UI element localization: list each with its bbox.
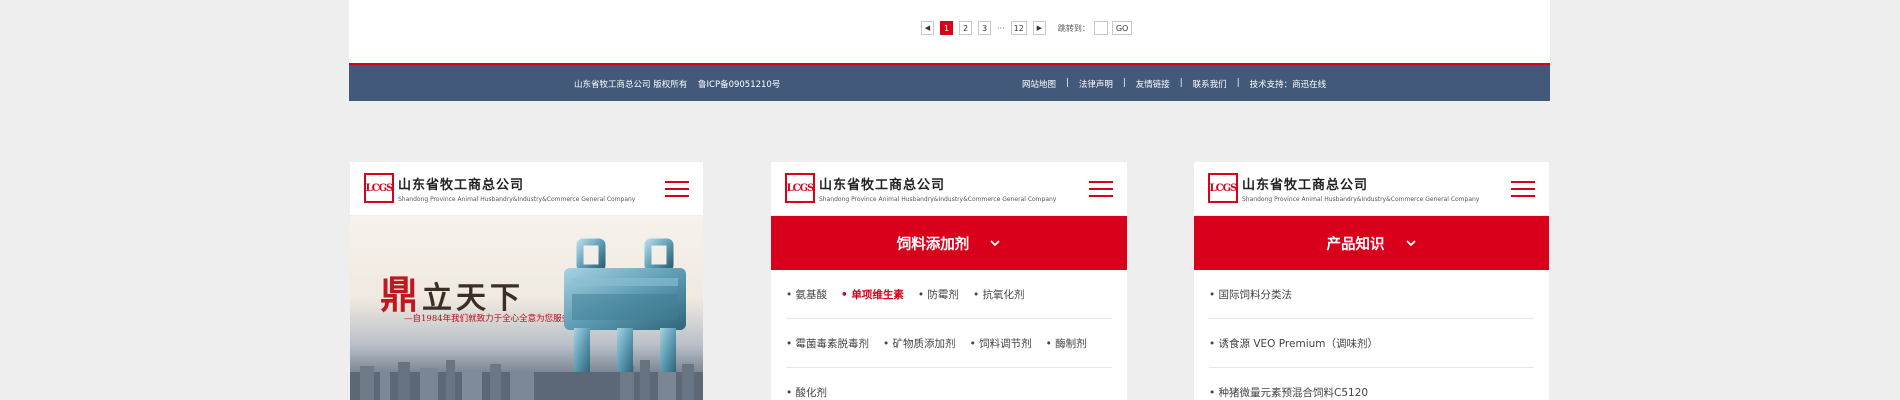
article-list: • 国际饲料分类法 • 诱食源 VEO Premium（调味剂） • 种猪微量元… bbox=[1194, 270, 1549, 400]
subcategory-item[interactable]: • 霉菌毒素脱毒剂 bbox=[786, 336, 869, 351]
knowledge-dropdown[interactable]: 产品知识 bbox=[1194, 216, 1549, 270]
site-footer: 山东省牧工商总公司 版权所有 鲁ICP备09051210号 网站地图 | 法律声… bbox=[349, 65, 1550, 101]
menu-icon[interactable] bbox=[1089, 181, 1113, 197]
footer-links: 网站地图 | 法律声明 | 友情链接 | 联系我们 | 技术支持：商迅在线 bbox=[1022, 78, 1326, 90]
footer-copyright: 山东省牧工商总公司 版权所有 bbox=[574, 80, 688, 90]
subcategory-item[interactable]: • 矿物质添加剂 bbox=[883, 336, 956, 351]
subcategory-item-active[interactable]: • 单项维生素 bbox=[841, 287, 904, 302]
menu-icon[interactable] bbox=[1511, 181, 1535, 197]
go-button[interactable]: GO bbox=[1111, 21, 1133, 35]
page-button-2[interactable]: 2 bbox=[959, 21, 972, 35]
article-item[interactable]: • 诱食源 VEO Premium（调味剂） bbox=[1209, 319, 1534, 368]
site-logo[interactable]: LCGS 山东省牧工商总公司 Shandong Province Animal … bbox=[1208, 173, 1479, 203]
footer-separator: | bbox=[1066, 78, 1069, 88]
subcategory-item[interactable]: • 氨基酸 bbox=[786, 287, 827, 302]
logo-icon: LCGS bbox=[364, 173, 394, 203]
prev-page-button[interactable]: ◀ bbox=[921, 21, 934, 35]
jump-page-input[interactable] bbox=[1093, 21, 1108, 35]
mobile-products-preview: LCGS 山东省牧工商总公司 Shandong Province Animal … bbox=[771, 162, 1127, 400]
logo-name-en: Shandong Province Animal Husbandry&Indus… bbox=[1242, 195, 1480, 203]
pagination: ◀ 1 2 3 ··· 12 ▶ 跳转到： GO bbox=[921, 21, 1133, 35]
footer-icp[interactable]: 鲁ICP备09051210号 bbox=[698, 78, 780, 90]
next-page-button[interactable]: ▶ bbox=[1032, 21, 1046, 35]
prev-arrow-icon: ◀ bbox=[924, 24, 931, 32]
mobile-knowledge-preview: LCGS 山东省牧工商总公司 Shandong Province Animal … bbox=[1194, 162, 1549, 400]
logo-name-cn: 山东省牧工商总公司 bbox=[398, 177, 525, 193]
banner-subslogan: —自1984年我们就致力于全心全意为您服务 bbox=[404, 314, 571, 324]
footer-separator: | bbox=[1122, 78, 1126, 88]
subcategory-item[interactable]: • 酶制剂 bbox=[1046, 336, 1087, 351]
logo-name-en: Shandong Province Animal Husbandry&Indus… bbox=[398, 195, 636, 203]
banner-slogan-rest: 立天下 bbox=[422, 281, 525, 316]
page-button-1[interactable]: 1 bbox=[940, 21, 953, 35]
site-logo[interactable]: LCGS 山东省牧工商总公司 Shandong Province Animal … bbox=[364, 173, 635, 203]
jump-to-label: 跳转到： bbox=[1057, 23, 1090, 33]
subcategory-item[interactable]: • 抗氧化剂 bbox=[973, 287, 1025, 302]
menu-icon[interactable] bbox=[665, 181, 689, 197]
footer-link-contact[interactable]: 联系我们 bbox=[1193, 78, 1227, 90]
pagination-ellipsis: ··· bbox=[997, 23, 1005, 33]
footer-link-tech-support[interactable]: 技术支持：商迅在线 bbox=[1250, 78, 1327, 90]
footer-link-friends[interactable]: 友情链接 bbox=[1136, 78, 1170, 90]
knowledge-title: 产品知识 bbox=[1326, 236, 1385, 253]
hero-banner[interactable]: 鼎立天下 —自1984年我们就致力于全心全意为您服务 bbox=[350, 216, 703, 400]
subcategory-item[interactable]: • 酸化剂 bbox=[786, 385, 827, 400]
mobile-header: LCGS 山东省牧工商总公司 Shandong Province Animal … bbox=[350, 162, 703, 216]
footer-link-legal[interactable]: 法律声明 bbox=[1079, 78, 1113, 90]
bronze-ding-image bbox=[564, 238, 686, 372]
mobile-header: LCGS 山东省牧工商总公司 Shandong Province Animal … bbox=[1194, 162, 1549, 216]
subcategory-row: • 氨基酸 • 单项维生素 • 防霉剂 • 抗氧化剂 bbox=[786, 270, 1112, 319]
subcategory-row: • 霉菌毒素脱毒剂 • 矿物质添加剂 • 饲料调节剂 • 酶制剂 bbox=[786, 319, 1112, 368]
logo-name-cn: 山东省牧工商总公司 bbox=[1242, 177, 1369, 193]
page-button-last[interactable]: 12 bbox=[1010, 21, 1027, 35]
footer-separator: | bbox=[1236, 78, 1240, 88]
site-logo[interactable]: LCGS 山东省牧工商总公司 Shandong Province Animal … bbox=[785, 173, 1056, 203]
banner-slogan-first: 鼎 bbox=[380, 272, 423, 317]
logo-icon: LCGS bbox=[785, 173, 815, 203]
article-item[interactable]: • 国际饲料分类法 bbox=[1209, 270, 1534, 319]
logo-icon: LCGS bbox=[1208, 173, 1238, 203]
category-dropdown[interactable]: 饲料添加剂 bbox=[771, 216, 1127, 270]
article-item[interactable]: • 种猪微量元素预混合饲料C5120 bbox=[1209, 368, 1534, 400]
page-button-3[interactable]: 3 bbox=[978, 21, 991, 35]
logo-name-en: Shandong Province Animal Husbandry&Indus… bbox=[819, 195, 1057, 203]
mobile-header: LCGS 山东省牧工商总公司 Shandong Province Animal … bbox=[771, 162, 1127, 216]
chevron-down-icon bbox=[990, 240, 1000, 247]
logo-name-cn: 山东省牧工商总公司 bbox=[819, 177, 946, 193]
category-title: 饲料添加剂 bbox=[896, 236, 970, 253]
subcategory-item[interactable]: • 饲料调节剂 bbox=[970, 336, 1032, 351]
mobile-home-preview: LCGS 山东省牧工商总公司 Shandong Province Animal … bbox=[350, 162, 703, 400]
banner-slogan: 鼎立天下 bbox=[380, 264, 524, 319]
subcategory-row: • 酸化剂 bbox=[786, 368, 1112, 400]
chevron-down-icon bbox=[1405, 240, 1416, 247]
subcategory-item[interactable]: • 防霉剂 bbox=[918, 287, 959, 302]
footer-separator: | bbox=[1179, 78, 1183, 88]
subcategory-list: • 氨基酸 • 单项维生素 • 防霉剂 • 抗氧化剂 • 霉菌毒素脱毒剂 • 矿… bbox=[771, 270, 1127, 400]
footer-link-sitemap[interactable]: 网站地图 bbox=[1022, 78, 1056, 90]
next-arrow-icon: ▶ bbox=[1036, 24, 1043, 32]
